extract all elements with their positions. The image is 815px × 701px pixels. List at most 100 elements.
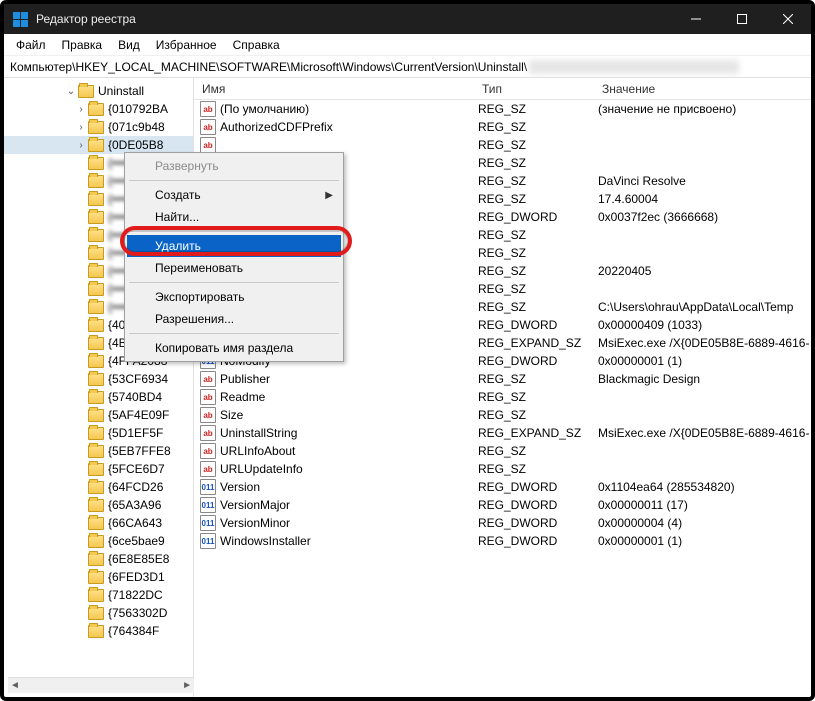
- tree-item[interactable]: {71822DC: [4, 586, 193, 604]
- menu-favorites[interactable]: Избранное: [148, 36, 225, 54]
- value-type: REG_SZ: [478, 408, 598, 422]
- value-name: WindowsInstaller: [220, 534, 478, 548]
- value-row[interactable]: ab SizeREG_SZ: [194, 406, 811, 424]
- ctx-find[interactable]: Найти...: [127, 206, 341, 228]
- ctx-sep: [129, 180, 339, 181]
- folder-icon: [88, 229, 104, 242]
- tree-item[interactable]: {6E8E85E8: [4, 550, 193, 568]
- folder-icon: [88, 535, 104, 548]
- value-row[interactable]: 011VersionREG_DWORD0x1104ea64 (285534820…: [194, 478, 811, 496]
- ctx-sep: [129, 333, 339, 334]
- ctx-copy-key-name[interactable]: Копировать имя раздела: [127, 337, 341, 359]
- tree-item[interactable]: {53CF6934: [4, 370, 193, 388]
- folder-icon: [88, 463, 104, 476]
- value-type: REG_SZ: [478, 444, 598, 458]
- value-type: REG_DWORD: [478, 480, 598, 494]
- window-title: Редактор реестра: [36, 12, 673, 26]
- menu-help[interactable]: Справка: [225, 36, 288, 54]
- folder-icon: [88, 139, 104, 152]
- ctx-expand[interactable]: Развернуть: [127, 155, 341, 177]
- value-type: REG_SZ: [478, 282, 598, 296]
- value-data: 0x0037f2ec (3666668): [598, 210, 811, 224]
- value-row[interactable]: abPublisherREG_SZBlackmagic Design: [194, 370, 811, 388]
- tree-item[interactable]: {5EB7FFE8: [4, 442, 193, 460]
- ctx-export[interactable]: Экспортировать: [127, 286, 341, 308]
- value-row[interactable]: 011VersionMajorREG_DWORD0x00000011 (17): [194, 496, 811, 514]
- values-header[interactable]: Имя Тип Значение: [194, 78, 811, 100]
- tree-item[interactable]: {7563302D: [4, 604, 193, 622]
- tree-item[interactable]: {65A3A96: [4, 496, 193, 514]
- horizontal-scrollbar[interactable]: ◄►: [8, 677, 194, 693]
- ctx-new[interactable]: Создать▶: [127, 184, 341, 206]
- maximize-button[interactable]: [719, 4, 765, 34]
- folder-icon: [88, 175, 104, 188]
- value-row[interactable]: 011VersionMinorREG_DWORD0x00000004 (4): [194, 514, 811, 532]
- app-icon: [12, 11, 28, 27]
- ctx-permissions[interactable]: Разрешения...: [127, 308, 341, 330]
- value-row[interactable]: abReadmeREG_SZ: [194, 388, 811, 406]
- tree-item[interactable]: {5740BD4: [4, 388, 193, 406]
- ctx-rename[interactable]: Переименовать: [127, 257, 341, 279]
- value-type: REG_SZ: [478, 390, 598, 404]
- tree-item[interactable]: {5FCE6D7: [4, 460, 193, 478]
- tree-item[interactable]: ›{010792BA: [4, 100, 193, 118]
- tree-item[interactable]: {764384F: [4, 622, 193, 640]
- value-data: MsiExec.exe /X{0DE05B8E-6889-4616-: [598, 426, 811, 440]
- value-type: REG_SZ: [478, 156, 598, 170]
- folder-icon: [88, 265, 104, 278]
- string-icon: ab: [200, 461, 216, 477]
- folder-icon: [88, 103, 104, 116]
- string-icon: ab: [200, 443, 216, 459]
- menu-view[interactable]: Вид: [110, 36, 148, 54]
- value-name: URLUpdateInfo: [220, 462, 478, 476]
- menu-file[interactable]: Файл: [8, 36, 54, 54]
- folder-icon: [88, 355, 104, 368]
- value-row[interactable]: ab URLInfoAboutREG_SZ: [194, 442, 811, 460]
- tree-item[interactable]: {64FCD26: [4, 478, 193, 496]
- value-row[interactable]: abAuthorizedCDFPrefixREG_SZ: [194, 118, 811, 136]
- value-name: Size: [220, 408, 478, 422]
- tree-item[interactable]: {66CA643: [4, 514, 193, 532]
- tree-item[interactable]: {5D1EF5F: [4, 424, 193, 442]
- dword-icon: 011: [200, 533, 216, 549]
- minimize-button[interactable]: [673, 4, 719, 34]
- tree-item[interactable]: {5AF4E09F: [4, 406, 193, 424]
- col-name[interactable]: Имя: [194, 82, 474, 96]
- value-type: REG_SZ: [478, 174, 598, 188]
- window-buttons: [673, 4, 811, 34]
- value-name: URLInfoAbout: [220, 444, 478, 458]
- folder-icon: [88, 193, 104, 206]
- value-data: 0x00000409 (1033): [598, 318, 811, 332]
- folder-icon: [88, 445, 104, 458]
- folder-icon: [88, 319, 104, 332]
- folder-icon: [88, 409, 104, 422]
- menu-bar: Файл Правка Вид Избранное Справка: [4, 34, 811, 56]
- tree-item[interactable]: {6FED3D1: [4, 568, 193, 586]
- close-button[interactable]: [765, 4, 811, 34]
- value-type: REG_SZ: [478, 102, 598, 116]
- tree-root[interactable]: ⌄Uninstall: [4, 82, 193, 100]
- value-name: VersionMinor: [220, 516, 478, 530]
- menu-edit[interactable]: Правка: [54, 36, 111, 54]
- value-type: REG_SZ: [478, 120, 598, 134]
- value-type: REG_EXPAND_SZ: [478, 426, 598, 440]
- value-row[interactable]: 011WindowsInstallerREG_DWORD0x00000001 (…: [194, 532, 811, 550]
- folder-icon: [88, 589, 104, 602]
- tree-item[interactable]: ›{071c9b48: [4, 118, 193, 136]
- address-bar[interactable]: Компьютер\HKEY_LOCAL_MACHINE\SOFTWARE\Mi…: [4, 56, 811, 78]
- value-data: MsiExec.exe /X{0DE05B8E-6889-4616-: [598, 336, 811, 350]
- tree-item[interactable]: {6ce5bae9: [4, 532, 193, 550]
- value-row[interactable]: abUninstallStringREG_EXPAND_SZMsiExec.ex…: [194, 424, 811, 442]
- value-row[interactable]: abURLUpdateInfoREG_SZ: [194, 460, 811, 478]
- col-value[interactable]: Значение: [594, 82, 811, 96]
- value-data: C:\Users\ohrau\AppData\Local\Temp: [598, 300, 811, 314]
- value-name: VersionMajor: [220, 498, 478, 512]
- value-type: REG_SZ: [478, 264, 598, 278]
- value-type: REG_DWORD: [478, 498, 598, 512]
- value-name: (По умолчанию): [220, 102, 478, 116]
- value-row[interactable]: ab(По умолчанию)REG_SZ(значение не присв…: [194, 100, 811, 118]
- string-icon: ab: [200, 407, 216, 423]
- ctx-delete[interactable]: Удалить: [127, 235, 341, 257]
- col-type[interactable]: Тип: [474, 82, 594, 96]
- folder-icon: [88, 211, 104, 224]
